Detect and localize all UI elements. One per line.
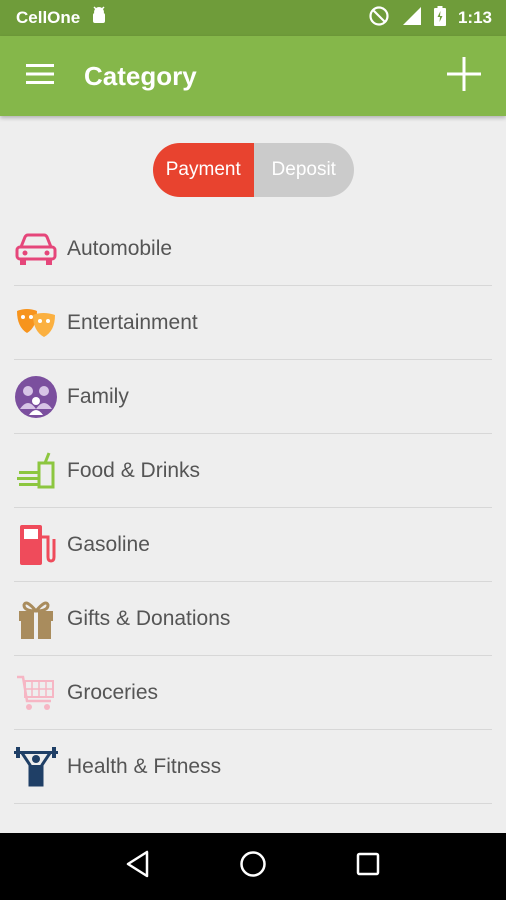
plus-icon	[447, 56, 481, 96]
category-item-gifts-donations[interactable]: Gifts & Donations	[14, 582, 492, 656]
masks-icon	[14, 301, 58, 345]
category-item-automobile[interactable]: Automobile	[14, 212, 492, 286]
category-item-family[interactable]: Family	[14, 360, 492, 434]
signal-icon	[402, 6, 422, 31]
category-label: Groceries	[67, 680, 159, 704]
gas-pump-icon	[14, 523, 58, 567]
category-label: Gifts & Donations	[67, 606, 231, 630]
back-button[interactable]	[118, 847, 158, 887]
category-label: Food & Drinks	[67, 458, 201, 482]
status-bar: CellOne 1:13	[0, 0, 506, 36]
gift-icon	[14, 597, 58, 641]
do-not-disturb-icon	[368, 5, 390, 32]
category-label: Entertainment	[67, 310, 198, 334]
carrier-name: CellOne	[16, 8, 81, 27]
category-label: Gasoline	[67, 532, 150, 556]
food-drinks-icon	[14, 449, 58, 493]
app-bar: Category	[0, 36, 506, 116]
family-icon	[14, 375, 58, 419]
payment-tab[interactable]: Payment	[153, 143, 254, 197]
category-item-health-fitness[interactable]: Health & Fitness	[14, 730, 492, 804]
system-nav-bar	[0, 833, 506, 900]
weightlifter-icon	[14, 745, 58, 789]
category-item-food-drinks[interactable]: Food & Drinks	[14, 434, 492, 508]
clock-time: 1:13	[457, 8, 492, 27]
category-item-entertainment[interactable]: Entertainment	[14, 286, 492, 360]
menu-button[interactable]	[0, 36, 80, 116]
car-icon	[14, 227, 58, 271]
payment-deposit-toggle: Payment Deposit	[153, 143, 354, 197]
deposit-tab[interactable]: Deposit	[253, 143, 354, 197]
home-button[interactable]	[233, 847, 273, 887]
hamburger-icon	[26, 63, 54, 90]
add-category-button[interactable]	[432, 36, 496, 116]
category-label: Family	[67, 384, 129, 408]
shopping-cart-icon	[14, 671, 58, 715]
category-label: Automobile	[67, 236, 173, 260]
category-item-gasoline[interactable]: Gasoline	[14, 508, 492, 582]
battery-icon	[433, 5, 446, 31]
recents-square-icon	[356, 852, 380, 881]
home-circle-icon	[239, 850, 267, 883]
category-label: Health & Fitness	[67, 754, 222, 778]
category-list: Automobile Entertainment Family Food & D…	[14, 212, 492, 804]
recents-button[interactable]	[348, 847, 388, 887]
category-item-groceries[interactable]: Groceries	[14, 656, 492, 730]
page-title: Category	[84, 60, 197, 91]
back-triangle-icon	[125, 850, 151, 883]
android-debug-icon	[90, 5, 108, 31]
